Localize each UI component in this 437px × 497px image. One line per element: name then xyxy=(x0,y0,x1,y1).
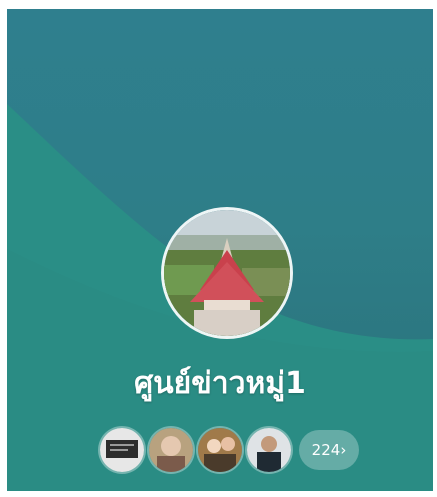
member-avatar-3[interactable] xyxy=(198,428,242,472)
more-members-count: 224 xyxy=(311,441,341,459)
group-name: ศูนย์ข่าวหมู่1 xyxy=(134,366,306,401)
member-avatar-1[interactable] xyxy=(100,428,144,472)
member-photo-icon xyxy=(198,428,242,472)
member-avatar-4[interactable] xyxy=(247,428,291,472)
group-cover: ศูนย์ข่าวหมู่1 224 › xyxy=(7,9,433,491)
member-photo-icon xyxy=(100,428,144,472)
temple-photo xyxy=(164,210,290,336)
member-avatars-row[interactable]: 224 › xyxy=(100,427,359,473)
member-photo-icon xyxy=(247,428,291,472)
more-members-button[interactable]: 224 › xyxy=(299,430,359,470)
member-photo-icon xyxy=(149,428,193,472)
member-avatar-2[interactable] xyxy=(149,428,193,472)
chevron-right-icon: › xyxy=(340,441,347,459)
group-avatar[interactable] xyxy=(164,210,290,336)
